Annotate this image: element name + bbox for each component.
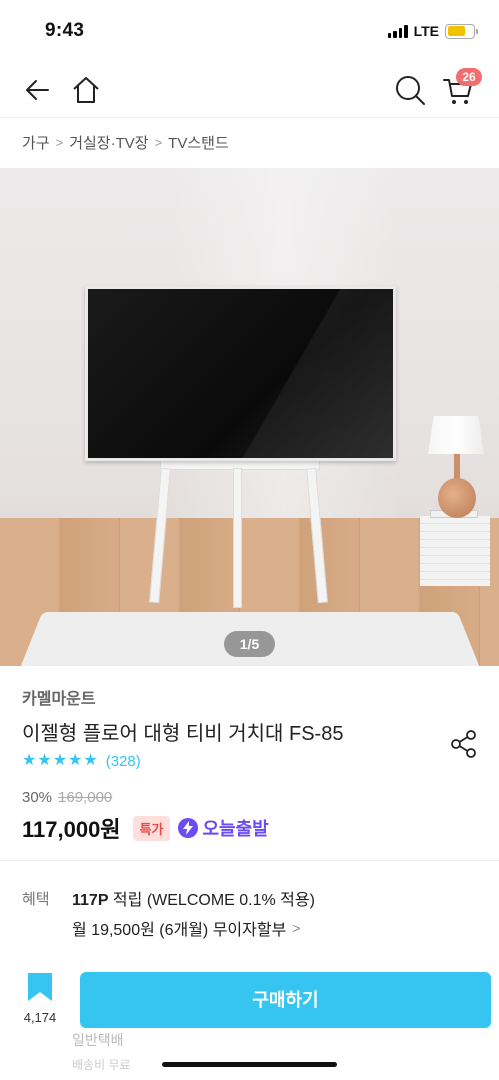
search-button[interactable] [390, 70, 430, 110]
image-pager: 1/5 [224, 631, 275, 657]
tv-screen [85, 286, 396, 461]
battery-icon [445, 23, 478, 39]
shipping-detail: 배송비 무료 [72, 1058, 131, 1072]
cart-button[interactable]: 26 [438, 68, 482, 110]
installment-link[interactable]: 월 19,500원 (6개월) 무이자할부 > [72, 916, 301, 940]
review-count[interactable]: (328) [106, 753, 141, 770]
discount-row: 30% 169,000 [22, 789, 112, 806]
star-icon: ★ [22, 752, 37, 769]
sale-price: 117,000원 [22, 817, 121, 842]
shipping-type: 일반택배 [72, 1032, 124, 1048]
today-shipping-label: 오늘출발 [202, 819, 269, 839]
breadcrumb-item[interactable]: TV스탠드 [168, 132, 229, 153]
nav-bar: 26 [0, 62, 499, 118]
status-bar: 9:43 LTE [0, 0, 499, 62]
special-badge: 특가 [132, 815, 171, 841]
price-row: 117,000원 특가 오늘출발 [22, 812, 269, 844]
star-icon: ★ [68, 752, 83, 769]
points-info: 117P 적립 (WELCOME 0.1% 적용) [72, 886, 315, 910]
breadcrumb: 가구 > 거실장·TV장 > TV스탠드 [22, 132, 229, 153]
back-button[interactable] [18, 70, 58, 110]
chevron-right-icon: > [55, 135, 64, 150]
rating-stars: ★ ★ ★ ★ ★ [22, 752, 98, 770]
product-image-carousel[interactable]: 1/5 [0, 168, 499, 666]
product-title: 이젤형 플로어 대형 티비 거치대 FS-85 [22, 723, 344, 745]
star-icon: ★ [83, 752, 98, 769]
bookmark-button[interactable]: 4,174 [18, 972, 62, 1032]
points-text: 적립 (WELCOME 0.1% 적용) [108, 892, 315, 909]
share-button[interactable] [444, 724, 484, 764]
arrow-left-icon [26, 80, 49, 100]
installment-text: 월 19,500원 (6개월) 무이자할부 [72, 922, 287, 939]
brand-name[interactable]: 카멜마운트 [22, 685, 96, 709]
breadcrumb-item[interactable]: 거실장·TV장 [69, 132, 148, 153]
home-indicator [162, 1062, 337, 1067]
network-label: LTE [413, 23, 439, 39]
today-shipping-badge: 오늘출발 [178, 815, 269, 841]
search-icon [396, 76, 425, 105]
status-time: 9:43 [45, 20, 85, 41]
points-value: 117P [72, 892, 109, 909]
share-icon [451, 730, 476, 758]
original-price: 169,000 [58, 789, 113, 806]
home-button[interactable] [66, 70, 106, 110]
bookmark-count: 4,174 [23, 1010, 57, 1025]
chevron-right-icon: > [292, 920, 301, 936]
breadcrumb-item[interactable]: 가구 [22, 132, 50, 153]
buy-button[interactable]: 구매하기 [80, 972, 491, 1028]
bookmark-icon [28, 973, 52, 1001]
benefit-label: 혜택 [22, 891, 50, 908]
signal-icon [387, 24, 408, 38]
status-indicators: LTE [387, 23, 478, 39]
chevron-right-icon: > [154, 135, 163, 150]
cart-badge: 26 [456, 68, 482, 86]
divider [0, 860, 499, 861]
rating[interactable]: ★ ★ ★ ★ ★ (328) [22, 752, 141, 770]
lightning-icon [178, 818, 199, 838]
star-icon: ★ [37, 752, 52, 769]
discount-rate: 30% [22, 789, 53, 806]
home-icon [73, 77, 99, 103]
star-icon: ★ [52, 752, 68, 769]
